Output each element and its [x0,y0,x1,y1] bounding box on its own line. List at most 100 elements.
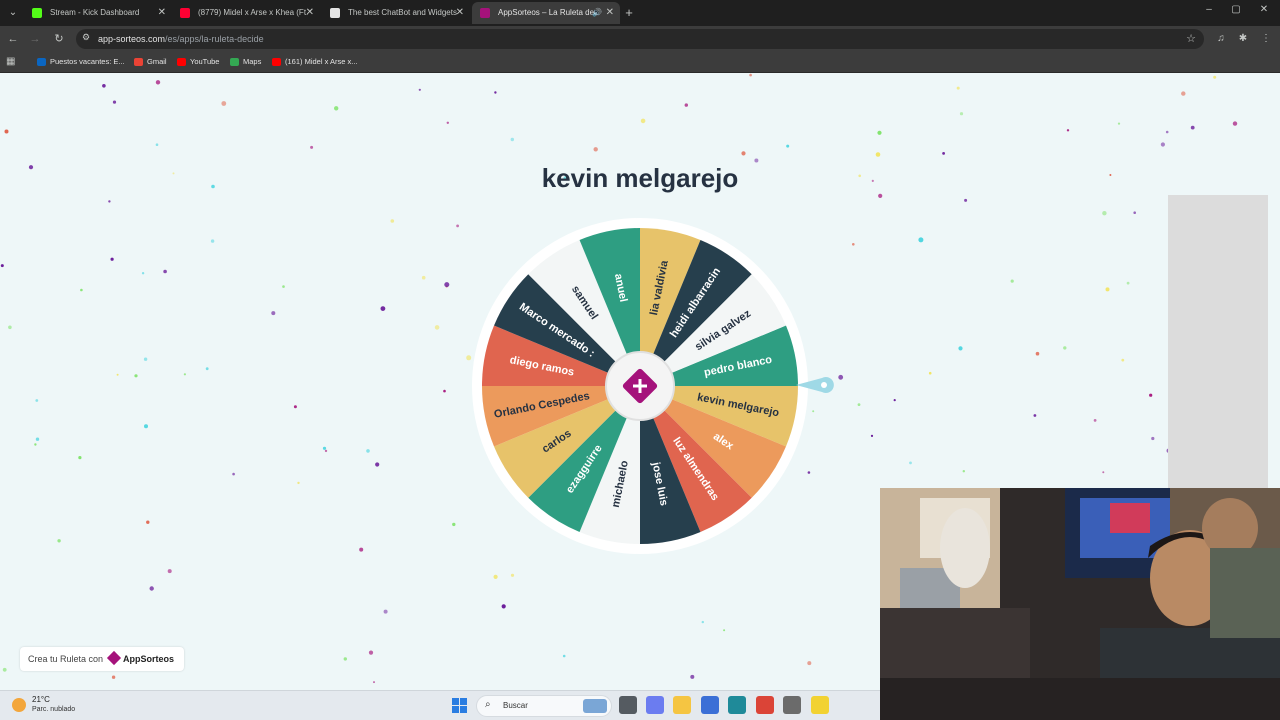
close-window-icon[interactable]: ✕ [1257,4,1271,15]
task-view-icon[interactable] [619,696,637,714]
maximize-icon[interactable]: ▢ [1229,4,1243,15]
confetti-dot [368,650,374,655]
menu-icon[interactable]: ⋮ [1259,31,1273,47]
sticky-notes-icon[interactable] [811,696,829,714]
winner-title: kevin melgarejo [541,163,739,193]
bookmark-favicon-icon [230,58,239,66]
search-icon: ⌕ [485,699,491,710]
confetti-dot [942,152,945,155]
confetti-dot [1035,351,1040,356]
confetti-dot [852,243,855,246]
terminal-icon[interactable] [728,696,746,714]
bookmark-favicon-icon [177,58,186,66]
confetti-dot [8,325,12,330]
confetti-dot [807,661,812,666]
confetti-dot [146,520,150,524]
bookmark-star-icon[interactable]: ☆ [1186,29,1196,49]
confetti-dot [877,130,882,135]
bookmark-item[interactable]: Gmail [133,52,167,72]
confetti-dot [959,112,964,116]
confetti-dot [297,481,300,485]
browser-tab[interactable]: The best ChatBot and Widgets ✕ [322,2,470,24]
confetti-dot [510,573,515,577]
tab-close-icon[interactable]: ✕ [306,2,314,24]
weather-widget[interactable]: 21°C Parc. nublado [12,694,102,718]
reload-icon[interactable]: ↻ [52,31,66,47]
back-icon[interactable]: ← [6,31,20,47]
confetti-dot [875,152,881,157]
store-icon[interactable] [701,696,719,714]
browser-tab[interactable]: Stream - Kick Dashboard ✕ [24,2,172,24]
confetti-dot [443,389,446,393]
confetti-dot [1109,174,1112,176]
tab-title: Stream - Kick Dashboard [50,8,140,17]
browser-tab[interactable]: (8779) Midel x Arse x Khea (Ft. ✕ [172,2,320,24]
media-control-icon[interactable]: ♫ [1214,31,1228,47]
copilot-icon[interactable] [646,696,664,714]
confetti-dot [143,357,148,361]
confetti-dot [78,456,82,460]
confetti-dot [501,604,506,609]
confetti-dot [141,272,145,275]
minimize-icon[interactable]: – [1202,4,1216,15]
apps-grid-icon[interactable]: ▦ [6,56,15,67]
confetti-dot [1102,471,1105,474]
confetti-dot [322,446,327,450]
confetti-dot [1126,281,1130,285]
confetti-dot [452,522,456,527]
confetti-dot [857,403,861,406]
credit-badge[interactable]: Crea tu Ruleta con AppSorteos [20,647,185,671]
confetti-dot [112,100,117,104]
confetti-dot [383,609,388,614]
url-domain: app-sorteos.com [98,34,166,44]
confetti-dot [1093,419,1097,422]
weather-temperature: 21°C [32,695,50,704]
confetti-dot [144,424,148,429]
tab-close-icon[interactable]: ✕ [606,2,614,24]
confetti-dot [80,288,83,292]
taskbar-search[interactable]: ⌕ Buscar [476,695,612,717]
confetti-dot [1149,393,1153,397]
address-bar[interactable]: ⚙ app-sorteos.com/es/apps/la-ruleta-deci… [76,29,1204,49]
confetti-dot [446,121,449,124]
browser-tab[interactable]: AppSorteos – La Ruleta de 🔊 ✕ [472,2,620,24]
confetti-dot [324,449,328,453]
confetti-dot [167,569,172,574]
bookmark-item[interactable]: YouTube [176,52,219,72]
confetti-dot [35,399,39,402]
tab-search-icon[interactable]: ⌄ [4,4,22,22]
confetti-dot [172,172,175,175]
windows-start-icon[interactable] [452,698,467,713]
chrome-alt-icon[interactable] [783,696,801,714]
confetti-dot [858,174,861,178]
ad-panel [1168,195,1268,495]
confetti-dot [211,184,215,189]
bookmark-label: Puestos vacantes: E... [50,57,125,66]
browser-toolbar: ← → ↻ ⚙ app-sorteos.com/es/apps/la-rulet… [0,26,1280,52]
confetti-dot [493,574,498,579]
confetti-dot [690,674,695,679]
confetti-dot [57,539,61,543]
tab-favicon-icon [480,8,490,18]
confetti-dot [1105,287,1110,292]
roulette-wheel[interactable]: pedro blanco kevin melgarejo alex luz almen… [470,216,810,556]
site-info-icon[interactable]: ⚙ [82,32,90,43]
confetti-dot [510,137,514,142]
tab-close-icon[interactable]: ✕ [158,2,166,24]
bookmarks-bar: ▦ Puestos vacantes: E... Gmail YouTube Maps… [0,52,1280,73]
confetti-dot [1033,414,1037,417]
tab-audio-icon[interactable]: 🔊 [592,2,602,24]
confetti-dot [1133,211,1136,214]
bookmark-item[interactable]: (161) Midel x Arse x... [271,52,358,72]
file-explorer-icon[interactable] [673,696,691,714]
confetti-dot [640,118,646,124]
forward-icon[interactable]: → [28,31,42,47]
bookmark-item[interactable]: Maps [229,52,261,72]
confetti-dot [456,224,459,228]
new-tab-icon[interactable]: + [622,4,636,22]
chrome-icon[interactable] [756,696,774,714]
bookmark-item[interactable]: Puestos vacantes: E... [36,52,125,72]
tab-close-icon[interactable]: ✕ [456,2,464,24]
extensions-icon[interactable]: ✱ [1236,31,1250,47]
confetti-dot [373,681,375,684]
